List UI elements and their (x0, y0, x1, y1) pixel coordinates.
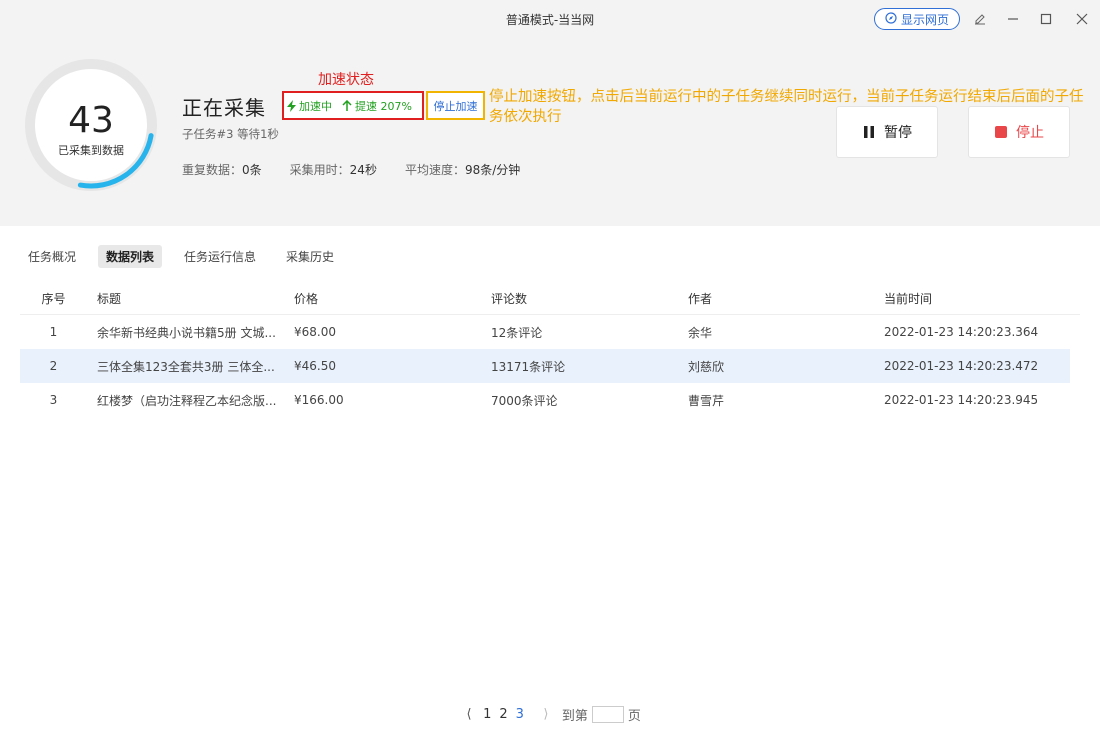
tab-data-list[interactable]: 数据列表 (98, 245, 163, 268)
cell-comments: 7000条评论 (491, 393, 558, 408)
speed-state-annotation: 加速状态 (318, 72, 374, 88)
cell-title: 三体全集123全套共3册 三体全... (97, 359, 275, 374)
table-header: 序号 标题 价格 评论数 作者 当前时间 (20, 282, 1080, 315)
cell-index: 2 (49, 359, 58, 373)
pause-label: 暂停 (884, 125, 912, 141)
accelerating-status: 加速中 (287, 98, 332, 114)
stop-acceleration-button[interactable]: 停止加速 (426, 91, 485, 120)
goto-suffix: 页 (627, 709, 641, 724)
cell-time: 2022-01-23 14:20:23.472 (884, 359, 1039, 373)
collected-count: 43 (68, 100, 114, 141)
cell-time: 2022-01-23 14:20:23.364 (884, 325, 1039, 339)
cell-author: 刘慈欣 (688, 359, 725, 374)
header-title: 标题 (97, 291, 122, 306)
close-icon[interactable] (1072, 9, 1092, 29)
speed-status-box: 加速中 提速 207% (282, 91, 424, 120)
table-row[interactable]: 1 余华新书经典小说书籍5册 文城... ¥68.00 12条评论 余华 202… (20, 315, 1080, 349)
table-row[interactable]: 3 红楼梦（启功注释程乙本纪念版... ¥166.00 7000条评论 曹雪芹 … (20, 383, 1080, 417)
cell-index: 1 (49, 325, 58, 339)
speedup-status: 提速 207% (342, 98, 412, 114)
next-page-icon[interactable]: ⟩ (536, 707, 556, 722)
header-comments: 评论数 (491, 291, 528, 306)
goto-prefix: 到第 (561, 709, 588, 724)
arrow-up-icon (342, 99, 352, 111)
page-2[interactable]: 2 (499, 707, 507, 722)
cell-title: 红楼梦（启功注释程乙本纪念版... (97, 393, 277, 408)
maximize-icon[interactable] (1036, 9, 1056, 29)
cell-comments: 12条评论 (491, 325, 543, 340)
table-row[interactable]: 2 三体全集123全套共3册 三体全... ¥46.50 13171条评论 刘慈… (20, 349, 1070, 383)
page-3[interactable]: 3 (516, 707, 524, 722)
cell-price: ¥68.00 (294, 325, 336, 339)
stats-row: 重复数据：0条 采集用时：24秒 平均速度：98条/分钟 (182, 161, 520, 178)
tab-overview[interactable]: 任务概况 (20, 245, 84, 268)
cell-author: 曹雪芹 (688, 393, 725, 408)
page-1[interactable]: 1 (483, 707, 491, 722)
cell-price: ¥166.00 (294, 393, 344, 407)
cell-index: 3 (49, 393, 58, 407)
tab-bar: 任务概况 数据列表 任务运行信息 采集历史 (20, 245, 342, 268)
stop-icon (995, 126, 1007, 138)
pause-button[interactable]: 暂停 (836, 106, 938, 158)
header-price: 价格 (294, 291, 319, 306)
stop-label: 停止 (1016, 125, 1044, 141)
show-webpage-label: 显示网页 (900, 12, 949, 27)
minimize-icon[interactable] (1003, 9, 1023, 29)
cell-time: 2022-01-23 14:20:23.945 (884, 393, 1039, 407)
compass-icon (885, 11, 897, 27)
pagination: ⟨ 1 2 3 ⟩ 到第 页 (0, 705, 1100, 724)
stat-avg-speed: 平均速度：98条/分钟 (404, 163, 521, 177)
tab-run-info[interactable]: 任务运行信息 (176, 245, 264, 268)
data-table: 序号 标题 价格 评论数 作者 当前时间 1 余华新书经典小说书籍5册 文城..… (20, 282, 1080, 417)
header-index: 序号 (41, 291, 66, 306)
header-author: 作者 (688, 291, 713, 306)
prev-page-icon[interactable]: ⟨ (459, 707, 479, 722)
speedup-label: 提速 207% (355, 99, 412, 113)
show-webpage-button[interactable]: 显示网页 (874, 8, 960, 30)
cell-title: 余华新书经典小说书籍5册 文城... (97, 325, 276, 340)
pause-icon (864, 126, 874, 138)
stat-elapsed: 采集用时：24秒 (289, 163, 377, 177)
tab-history[interactable]: 采集历史 (278, 245, 342, 268)
task-header-panel: 普通模式-当当网 显示网页 43 已采集到数据 正在采集 加速状态 加速中 提速… (0, 0, 1100, 226)
stop-button[interactable]: 停止 (968, 106, 1070, 158)
page-title: 正在采集 (182, 96, 266, 120)
cell-author: 余华 (688, 325, 713, 340)
cell-comments: 13171条评论 (491, 359, 566, 374)
edit-icon[interactable] (970, 9, 990, 29)
lightning-icon (287, 99, 296, 112)
stat-duplicates: 重复数据：0条 (182, 163, 262, 177)
subtask-status: 子任务#3 等待1秒 (182, 127, 279, 141)
cell-price: ¥46.50 (294, 359, 336, 373)
goto-page-input[interactable] (591, 706, 624, 723)
accelerating-label: 加速中 (299, 99, 332, 113)
header-time: 当前时间 (884, 291, 933, 306)
collected-caption: 已采集到数据 (58, 144, 124, 157)
